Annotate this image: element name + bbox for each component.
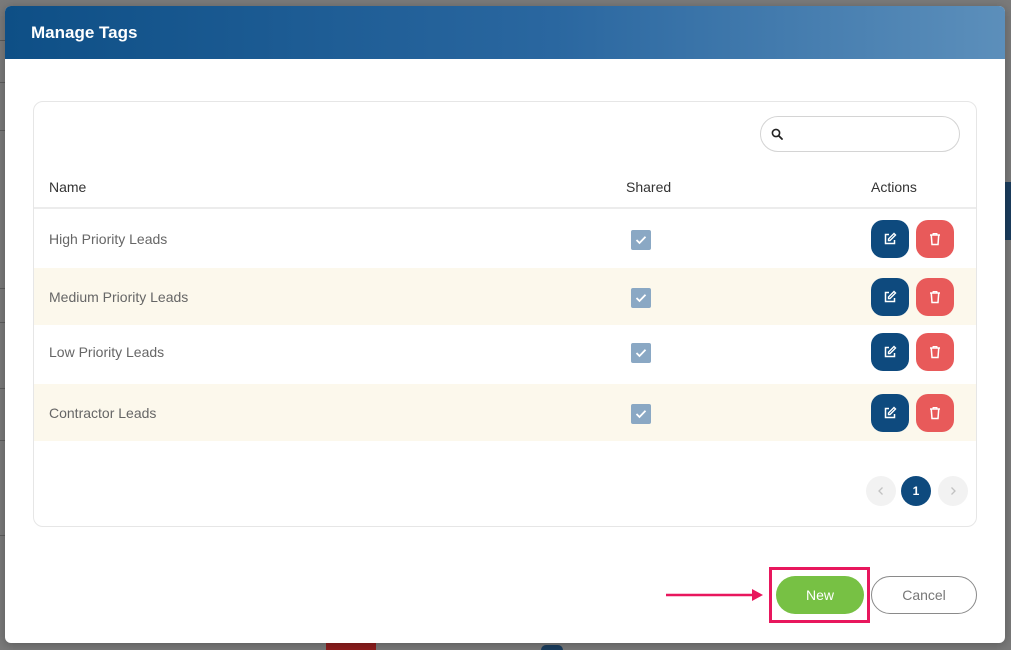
cancel-button[interactable]: Cancel <box>871 576 977 614</box>
chevron-left-icon <box>878 487 883 495</box>
edit-button[interactable] <box>871 278 909 316</box>
search-box[interactable] <box>760 116 960 152</box>
background-badge <box>326 643 376 650</box>
column-header-shared: Shared <box>626 179 672 195</box>
pagination-next-button[interactable] <box>938 476 968 506</box>
edit-icon <box>884 406 897 419</box>
column-header-name: Name <box>49 179 87 195</box>
edit-button[interactable] <box>871 394 909 432</box>
shared-checkbox[interactable] <box>631 343 651 363</box>
shared-checkbox[interactable] <box>631 230 651 250</box>
table-row: Contractor Leads <box>34 384 976 441</box>
edit-button[interactable] <box>871 333 909 371</box>
delete-button[interactable] <box>916 394 954 432</box>
edit-icon <box>884 345 897 358</box>
trash-icon <box>930 345 940 359</box>
edit-icon <box>884 232 897 245</box>
shared-checkbox[interactable] <box>631 404 651 424</box>
search-icon <box>771 128 783 140</box>
delete-button[interactable] <box>916 333 954 371</box>
tags-table-card: Name Shared Actions High Priority Leads <box>33 101 977 527</box>
edit-icon <box>884 290 897 303</box>
check-icon <box>635 410 647 419</box>
search-input[interactable] <box>789 126 949 142</box>
column-header-actions: Actions <box>871 179 917 195</box>
delete-button[interactable] <box>916 278 954 316</box>
pagination-prev-button[interactable] <box>866 476 896 506</box>
check-icon <box>635 294 647 303</box>
tag-name: Low Priority Leads <box>49 344 165 360</box>
pagination-page-button[interactable]: 1 <box>901 476 931 506</box>
trash-icon <box>930 290 940 304</box>
delete-button[interactable] <box>916 220 954 258</box>
chevron-right-icon <box>951 487 956 495</box>
edit-button[interactable] <box>871 220 909 258</box>
tag-name: High Priority Leads <box>49 231 168 247</box>
dialog-title: Manage Tags <box>31 22 138 42</box>
manage-tags-dialog: Manage Tags Name Shared Actions High Pri… <box>5 6 1005 643</box>
check-icon <box>635 349 647 358</box>
dialog-header: Manage Tags <box>5 6 1005 59</box>
tag-name: Medium Priority Leads <box>49 289 189 305</box>
trash-icon <box>930 232 940 246</box>
table-row: Medium Priority Leads <box>34 268 976 325</box>
table-row: Low Priority Leads <box>34 326 976 383</box>
shared-checkbox[interactable] <box>631 288 651 308</box>
table-header: Name Shared Actions <box>34 169 976 209</box>
arrow-right-icon <box>666 589 763 601</box>
background-avatar <box>541 645 563 650</box>
table-row: High Priority Leads <box>34 210 976 267</box>
trash-icon <box>930 406 940 420</box>
new-button[interactable]: New <box>776 576 864 614</box>
background-panel <box>1005 182 1011 240</box>
check-icon <box>635 236 647 245</box>
tag-name: Contractor Leads <box>49 405 157 421</box>
